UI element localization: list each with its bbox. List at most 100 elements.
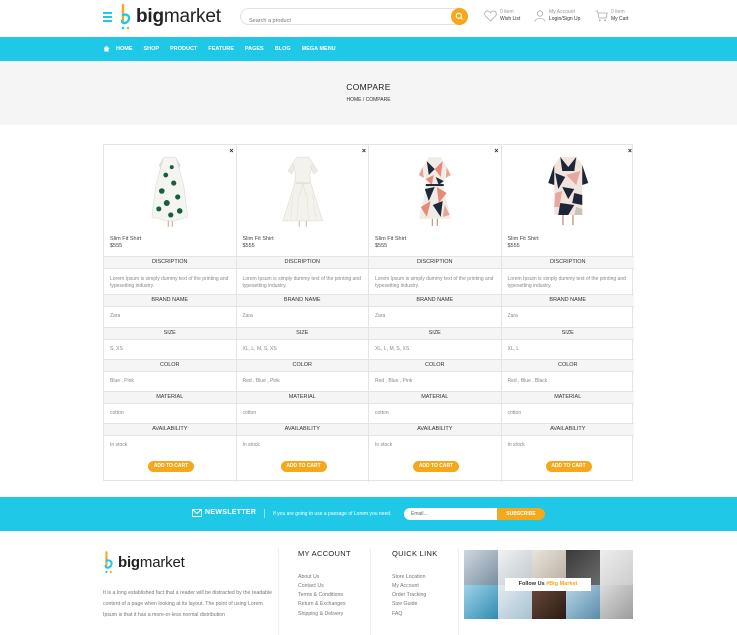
- product-price: $555: [110, 243, 123, 249]
- cart-icon: [595, 10, 608, 21]
- main-nav: HOME SHOP PRODUCT FEATURE PAGES BLOG MEG…: [0, 37, 737, 61]
- nav-product[interactable]: PRODUCT: [170, 46, 197, 52]
- product-image[interactable]: [502, 145, 635, 237]
- description-header: DISCRIPTION: [501, 256, 634, 269]
- nav-home[interactable]: HOME: [116, 46, 133, 52]
- instagram-photo[interactable]: [464, 585, 498, 619]
- newsletter-title: NEWSLETTER: [205, 509, 257, 516]
- account-link[interactable]: My Account Login/Sign Up: [534, 9, 580, 22]
- availability-header: AVAILABILITY: [501, 423, 634, 436]
- compare-column: × Slim Fit Shirt $555 DISCRIPTION Lorem …: [369, 145, 502, 482]
- envelope-icon: [192, 509, 202, 517]
- brand-header: BRAND NAME: [236, 294, 368, 307]
- size-header: SIZE: [369, 327, 501, 340]
- product-image[interactable]: [104, 145, 236, 237]
- brand-header: BRAND NAME: [369, 294, 501, 307]
- remove-product-button[interactable]: ×: [229, 148, 233, 155]
- material-header: MATERIAL: [104, 391, 236, 404]
- logo-text: bigmarket: [118, 554, 185, 571]
- product-price: $555: [375, 243, 388, 249]
- cart-link[interactable]: 0 item My Cart: [595, 9, 629, 22]
- wishlist-link[interactable]: 0 item Wish List: [484, 9, 520, 22]
- menu-icon[interactable]: [103, 12, 112, 22]
- page-title: COMPARE: [346, 82, 391, 92]
- availability-header: AVAILABILITY: [236, 423, 368, 436]
- footer-link-faq[interactable]: FAQ: [392, 610, 402, 619]
- remove-product-button[interactable]: ×: [628, 148, 632, 155]
- nav-pages[interactable]: PAGES: [245, 46, 264, 52]
- nav-mega-menu[interactable]: MEGA MENU: [302, 46, 336, 52]
- product-image[interactable]: [237, 145, 369, 237]
- product-name[interactable]: Slim Fit Shirt: [110, 236, 141, 242]
- product-price: $555: [507, 243, 520, 249]
- footer-link-store-location[interactable]: Store Location: [392, 573, 425, 582]
- remove-product-button[interactable]: ×: [494, 148, 498, 155]
- nav-blog[interactable]: BLOG: [275, 46, 291, 52]
- instagram-photo[interactable]: [600, 550, 633, 585]
- newsletter-divider: [264, 509, 265, 518]
- compare-table: × Slim Fit Shirt $555 DISCRIPTION Lorem …: [103, 144, 635, 482]
- nav-shop[interactable]: SHOP: [144, 46, 160, 52]
- size-value: S, XS: [110, 346, 123, 352]
- instagram-follow-label[interactable]: Follow Us #Big Market: [505, 578, 591, 591]
- add-to-cart-button[interactable]: ADD TO CART: [413, 461, 459, 472]
- footer-link-terms[interactable]: Terms & Conditions: [298, 591, 343, 600]
- footer-description: It is a long established fact that a rea…: [103, 590, 272, 618]
- brand-value: Zara: [242, 313, 253, 319]
- size-value: XL, L, M, S, XS: [375, 346, 410, 352]
- remove-product-button[interactable]: ×: [362, 148, 366, 155]
- search-input[interactable]: [241, 13, 441, 29]
- brand-header: BRAND NAME: [501, 294, 634, 307]
- product-name[interactable]: Slim Fit Shirt: [243, 236, 274, 242]
- size-header: SIZE: [104, 327, 236, 340]
- newsletter-bar: NEWSLETTER If you are going to use a pas…: [0, 497, 737, 531]
- footer-link-returns[interactable]: Return & Exchanges: [298, 600, 346, 609]
- availability-value: In stock: [242, 442, 260, 448]
- search-bar: [240, 8, 468, 29]
- color-header: COLOR: [236, 359, 368, 372]
- compare-column: × Slim Fit Shirt $555 DISCRIPTION Lorem …: [236, 145, 369, 482]
- add-to-cart-button[interactable]: ADD TO CART: [148, 461, 194, 472]
- footer-link-order-tracking[interactable]: Order Tracking: [392, 591, 426, 600]
- newsletter-text: If you are going to use a passage of Lor…: [273, 511, 392, 517]
- nav-feature[interactable]: FEATURE: [208, 46, 234, 52]
- description-value: Lorem Ipsum is simply dummy text of the …: [110, 276, 229, 289]
- quick-link-title: QUICK LINK: [392, 549, 438, 558]
- my-account-title: MY ACCOUNT: [298, 549, 351, 558]
- newsletter-email-input[interactable]: [404, 508, 498, 520]
- footer-link-size-guide[interactable]: Size Guide: [392, 600, 417, 609]
- footer-link-shipping[interactable]: Shipping & Delivery: [298, 610, 343, 619]
- footer-link-my-account[interactable]: My Account: [392, 582, 419, 591]
- brand-value: Zara: [110, 313, 121, 319]
- search-button[interactable]: [451, 8, 468, 25]
- heart-icon: [484, 10, 497, 22]
- footer-link-contact[interactable]: Contact Us: [298, 582, 324, 591]
- product-name[interactable]: Slim Fit Shirt: [508, 236, 539, 242]
- instagram-photo[interactable]: [464, 550, 498, 585]
- logo[interactable]: bigmarket: [119, 3, 221, 31]
- login-signup-link[interactable]: Login/Sign Up: [549, 16, 580, 23]
- footer-divider: [458, 548, 459, 635]
- color-value: Red , Blue , Pink: [375, 378, 413, 384]
- compare-column: × Slim Fit Shirt $555 DISCRIPTION Lorem …: [501, 145, 635, 482]
- brand-value: Zara: [507, 313, 518, 319]
- add-to-cart-button[interactable]: ADD TO CART: [280, 461, 327, 472]
- subscribe-button[interactable]: SUBSCRIBE: [497, 508, 545, 520]
- footer-link-about[interactable]: About Us: [298, 573, 319, 582]
- color-header: COLOR: [104, 359, 236, 372]
- color-value: Red , Blue , Black: [507, 378, 548, 384]
- description-value: Lorem Ipsum is simply dummy text of the …: [507, 276, 626, 289]
- add-to-cart-button[interactable]: ADD TO CART: [545, 461, 592, 472]
- availability-value: In stock: [507, 442, 525, 448]
- footer-divider: [370, 548, 371, 635]
- footer-logo[interactable]: bigmarket: [103, 550, 185, 575]
- instagram-photo[interactable]: [600, 585, 633, 619]
- product-name[interactable]: Slim Fit Shirt: [375, 236, 406, 242]
- brand-header: BRAND NAME: [104, 294, 236, 307]
- size-header: SIZE: [236, 327, 368, 340]
- home-icon[interactable]: [103, 45, 110, 52]
- breadcrumb-home[interactable]: HOME: [346, 97, 361, 103]
- availability-value: In stock: [110, 442, 128, 448]
- breadcrumb: HOME / COMPARE: [0, 97, 737, 103]
- product-image[interactable]: [369, 145, 501, 237]
